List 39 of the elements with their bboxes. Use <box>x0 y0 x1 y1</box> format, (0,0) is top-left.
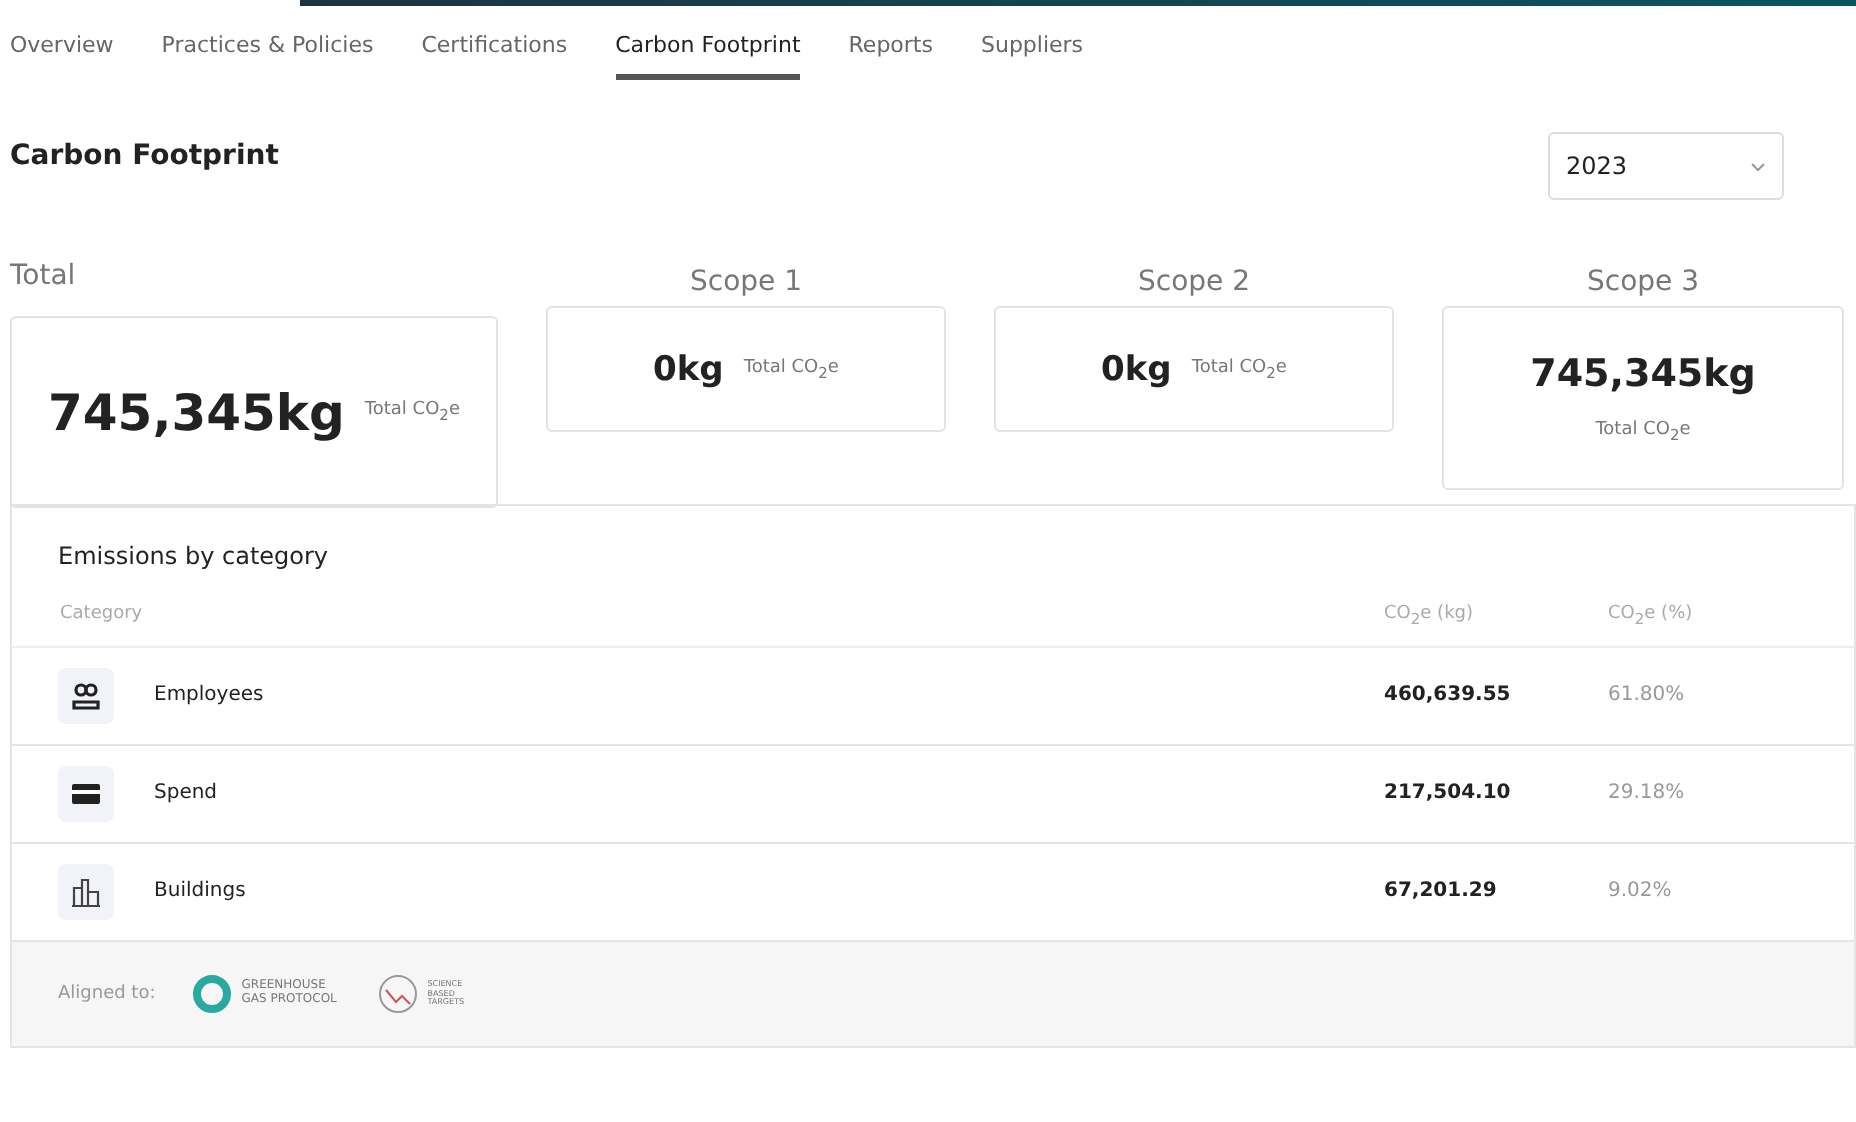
unit-label: Total CO$_{2}$e <box>364 400 460 424</box>
column-header: CO$_{2}$e (kg) <box>1384 586 1608 648</box>
total-value: 745,345kg <box>48 383 345 441</box>
chevron-down-icon <box>1750 161 1766 171</box>
emissions-percent: 61.80% <box>1608 684 1685 707</box>
total-value: 745,345kg <box>1530 352 1756 397</box>
emissions-kg: 460,639.55 <box>1384 684 1511 707</box>
tab[interactable]: Overview <box>10 32 114 80</box>
column-header: CO$_{2}$e (%) <box>1608 586 1854 648</box>
tab[interactable]: Practices & Policies <box>161 32 374 80</box>
unit-label: Total CO$_{2}$e <box>1191 357 1287 381</box>
panel-title: Emissions by category <box>56 540 331 574</box>
tab[interactable]: Reports <box>848 32 933 80</box>
tab[interactable]: Carbon Footprint <box>615 32 801 80</box>
emissions-kg: 217,504.10 <box>1384 782 1511 805</box>
total-value: 0kg <box>1101 349 1172 389</box>
buildings-icon <box>70 875 102 908</box>
scope-label: Scope 2 <box>1137 266 1250 302</box>
emissions-percent: 29.18% <box>1608 782 1685 805</box>
emissions-percent: 9.02% <box>1608 880 1672 903</box>
scope-label: Scope 3 <box>1586 266 1699 302</box>
people-icon <box>70 679 102 712</box>
category-name: Spend <box>154 782 218 805</box>
column-header: Category <box>12 586 1384 648</box>
category-name: Buildings <box>154 880 246 903</box>
total-value: 0kg <box>653 349 724 389</box>
scope-label: Scope 1 <box>689 266 802 302</box>
emissions-kg: 67,201.29 <box>1384 880 1497 903</box>
credit-card-icon <box>70 779 102 808</box>
year-select[interactable]: 2023 <box>1548 132 1784 200</box>
unit-label: Total CO$_{2}$e <box>1595 420 1691 444</box>
aligned-label: Aligned to: <box>58 983 156 1004</box>
page-title: Carbon Footprint <box>10 140 279 172</box>
unit-label: Total CO$_{2}$e <box>743 357 839 381</box>
ring-logo-icon <box>191 973 232 1014</box>
tab[interactable]: Certifications <box>421 32 568 80</box>
tab[interactable]: Suppliers <box>980 32 1084 80</box>
category-name: Employees <box>154 684 264 707</box>
scope-label: Total <box>10 260 76 296</box>
